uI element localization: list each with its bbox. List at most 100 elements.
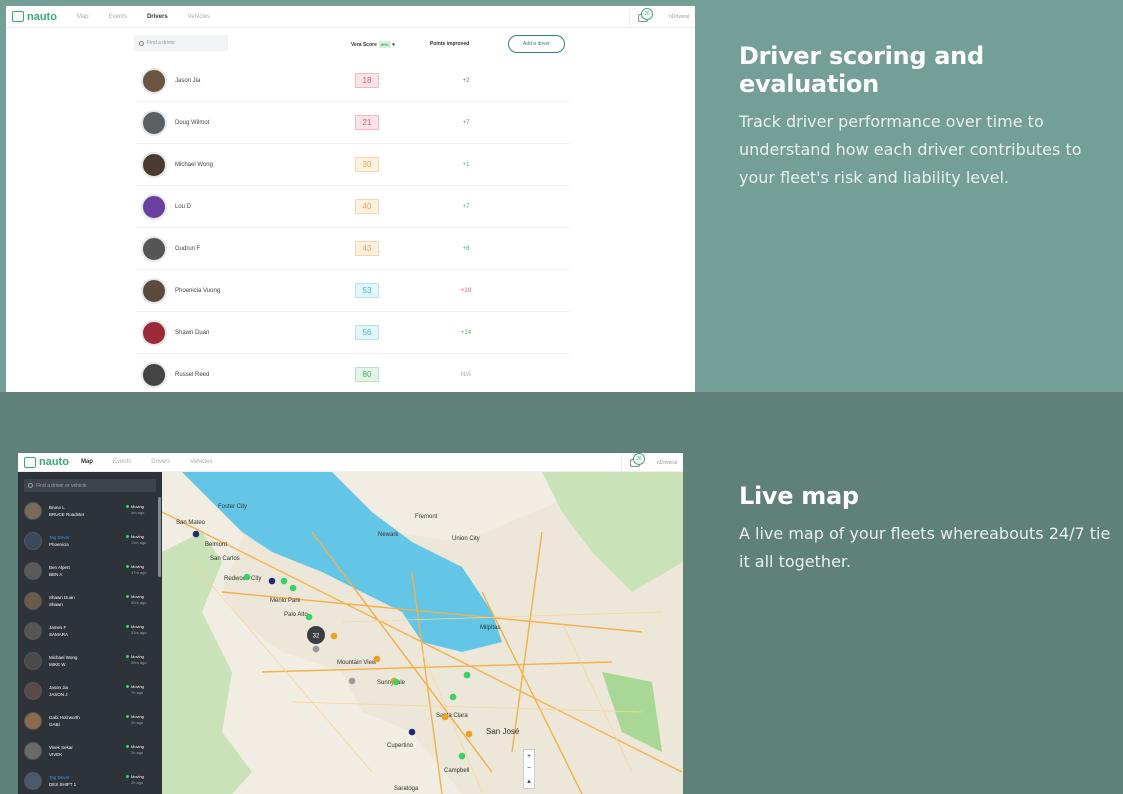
sidebar-scrollbar[interactable] (158, 497, 161, 577)
city-label: San Mateo (176, 520, 206, 526)
nav-tab-events[interactable]: Events (113, 459, 151, 465)
vehicle-list-item[interactable]: Gabi Holzworth GABI Moving 2h ago (18, 706, 162, 736)
last-seen: 33m ago (131, 630, 147, 635)
points-improved: +2 (462, 77, 470, 84)
vehicle-list-item[interactable]: Tag Driver Phoenicia Moving 11m ago (18, 526, 162, 556)
vehicle-marker[interactable] (373, 655, 381, 663)
driver-name: Bruno L (49, 505, 65, 510)
avatar (24, 502, 42, 520)
status-text: Moving (131, 564, 144, 569)
top-nav: nauto Map Events Drivers Vehicles 26 nDrive… (18, 453, 683, 473)
city-label: Campbell (444, 768, 469, 774)
vehicle-marker[interactable] (465, 730, 473, 738)
avatar (141, 319, 167, 346)
vehicle-names: Tag Driver Phoenicia (49, 534, 70, 548)
find-vehicle-input[interactable]: Find a driver or vehicle (24, 479, 156, 492)
drivers-list: Jason Jia 18 +2 Doug Wilmot 21 +7 Michae… (136, 60, 570, 392)
nav-tab-drivers[interactable]: Drivers (147, 14, 188, 20)
user-menu[interactable]: nDriveral (669, 14, 689, 20)
status-dot-icon (126, 565, 129, 568)
driver-name: Vivek Sekar (49, 745, 73, 750)
driver-name: Ben Alpert (49, 565, 70, 570)
vera-score-header[interactable]: Vera Score 80% ▾ (351, 41, 395, 48)
driver-name: Gudrun F (175, 245, 201, 252)
vehicle-marker[interactable] (441, 713, 449, 721)
nauto-logo[interactable]: nauto (24, 456, 69, 468)
vehicle-status: Moving 2h ago (126, 774, 144, 786)
vehicle-list-item[interactable]: Tag Driver DES SHIFT 1 Moving 2h ago (18, 766, 162, 794)
find-driver-input[interactable]: Find a driver (134, 35, 228, 51)
live-map-copy: Live map A live map of your fleets where… (739, 482, 1119, 576)
vehicle-marker[interactable] (463, 671, 471, 679)
vehicle-marker[interactable] (268, 577, 276, 585)
search-placeholder: Find a driver or vehicle (36, 482, 87, 489)
driver-row[interactable]: Lou D 40 +7 (136, 186, 570, 228)
nav-tab-map[interactable]: Map (77, 14, 109, 20)
nav-tab-vehicles[interactable]: Vehicles (188, 14, 230, 20)
live-map[interactable]: Foster City San Mateo Belmont San Carlos Red… (162, 472, 683, 794)
status-dot-icon (126, 625, 129, 628)
search-placeholder: Find a driver (147, 40, 175, 46)
notifications-button[interactable]: 26 (621, 453, 647, 473)
vehicle-list-item[interactable]: Bruno L BRUCE Roadster Moving 4m ago (18, 496, 162, 526)
vehicle-marker[interactable] (458, 752, 466, 760)
vehicle-list-item[interactable]: Michael Wong MIKE W Moving 30m ago (18, 646, 162, 676)
driver-name: Tag Driver (49, 535, 70, 540)
add-driver-button[interactable]: Add a driver (508, 35, 565, 53)
driver-row[interactable]: Jason Jia 18 +2 (136, 60, 570, 102)
vehicle-marker[interactable] (305, 613, 313, 621)
city-label: San Carlos (210, 556, 240, 562)
driver-row[interactable]: Gudrun F 43 +8 (136, 228, 570, 270)
vehicle-marker[interactable] (392, 678, 400, 686)
vehicle-marker[interactable] (243, 573, 251, 581)
nav-tab-events[interactable]: Events (109, 14, 147, 20)
status-dot-icon (126, 775, 129, 778)
driver-row[interactable]: Russel Reed 80 N/A (136, 354, 570, 392)
avatar (24, 622, 42, 640)
vehicle-list-item[interactable]: James F SAMARA Moving 33m ago (18, 616, 162, 646)
user-menu[interactable]: nDriveral (657, 460, 677, 466)
driver-row[interactable]: Shawn Duan 56 +14 (136, 312, 570, 354)
vehicle-code: BRUCE Roadster (49, 512, 85, 517)
status-dot-icon (126, 685, 129, 688)
compass-icon[interactable]: ▴ (527, 777, 531, 785)
zoom-out-button[interactable]: − (527, 765, 531, 772)
notifications-button[interactable]: 26 (629, 8, 655, 28)
vehicle-marker[interactable] (312, 645, 320, 653)
driver-name: Gabi Holzworth (49, 715, 80, 720)
vehicle-status: Moving 33m ago (126, 624, 147, 636)
vehicle-list-item[interactable]: Shawn Duan Shawn Moving 30m ago (18, 586, 162, 616)
vehicle-list-item[interactable]: Vivek Sekar VIVEK Moving 2h ago (18, 736, 162, 766)
top-nav: nauto Map Events Drivers Vehicles 26 nDrive… (6, 6, 695, 28)
zoom-in-button[interactable]: + (527, 753, 531, 760)
avatar (141, 277, 167, 304)
vehicle-marker[interactable] (330, 632, 338, 640)
driver-row[interactable]: Doug Wilmot 21 +7 (136, 102, 570, 144)
vehicle-list-item[interactable]: Jason Jia JASON J Moving 7h ago (18, 676, 162, 706)
vehicle-marker[interactable] (348, 677, 356, 685)
logo-text: nauto (39, 456, 69, 468)
city-label: San José (486, 727, 520, 736)
city-label: Redwood City (224, 576, 261, 582)
nav-tab-map[interactable]: Map (81, 459, 113, 465)
driver-name: Michael Wong (175, 161, 213, 168)
nav-tab-vehicles[interactable]: Vehicles (190, 459, 232, 465)
vehicle-marker[interactable] (192, 530, 200, 538)
drivers-toolbar: Find a driver Vera Score 80% ▾ Points imp… (6, 28, 695, 60)
section-body: Track driver performance over time to un… (739, 112, 1082, 187)
driver-row[interactable]: Michael Wong 30 +1 (136, 144, 570, 186)
vehicle-names: James F SAMARA (49, 624, 68, 638)
nauto-logo[interactable]: nauto (12, 11, 57, 23)
vehicle-marker[interactable] (408, 728, 416, 736)
avatar (141, 235, 167, 262)
nav-tab-drivers[interactable]: Drivers (151, 459, 190, 465)
city-label: Menlo Park (270, 598, 301, 604)
last-seen: 2h ago (131, 750, 144, 755)
vehicle-marker[interactable] (289, 584, 297, 592)
vehicle-list-item[interactable]: Ben Alpert BEN A Moving 17m ago (18, 556, 162, 586)
vehicle-names: Michael Wong MIKE W (49, 654, 77, 668)
vehicle-marker[interactable] (449, 693, 457, 701)
vera-score: 18 (355, 73, 379, 88)
driver-row[interactable]: Phoenicia Vuong 53 +19 (136, 270, 570, 312)
vehicle-marker[interactable] (280, 577, 288, 585)
